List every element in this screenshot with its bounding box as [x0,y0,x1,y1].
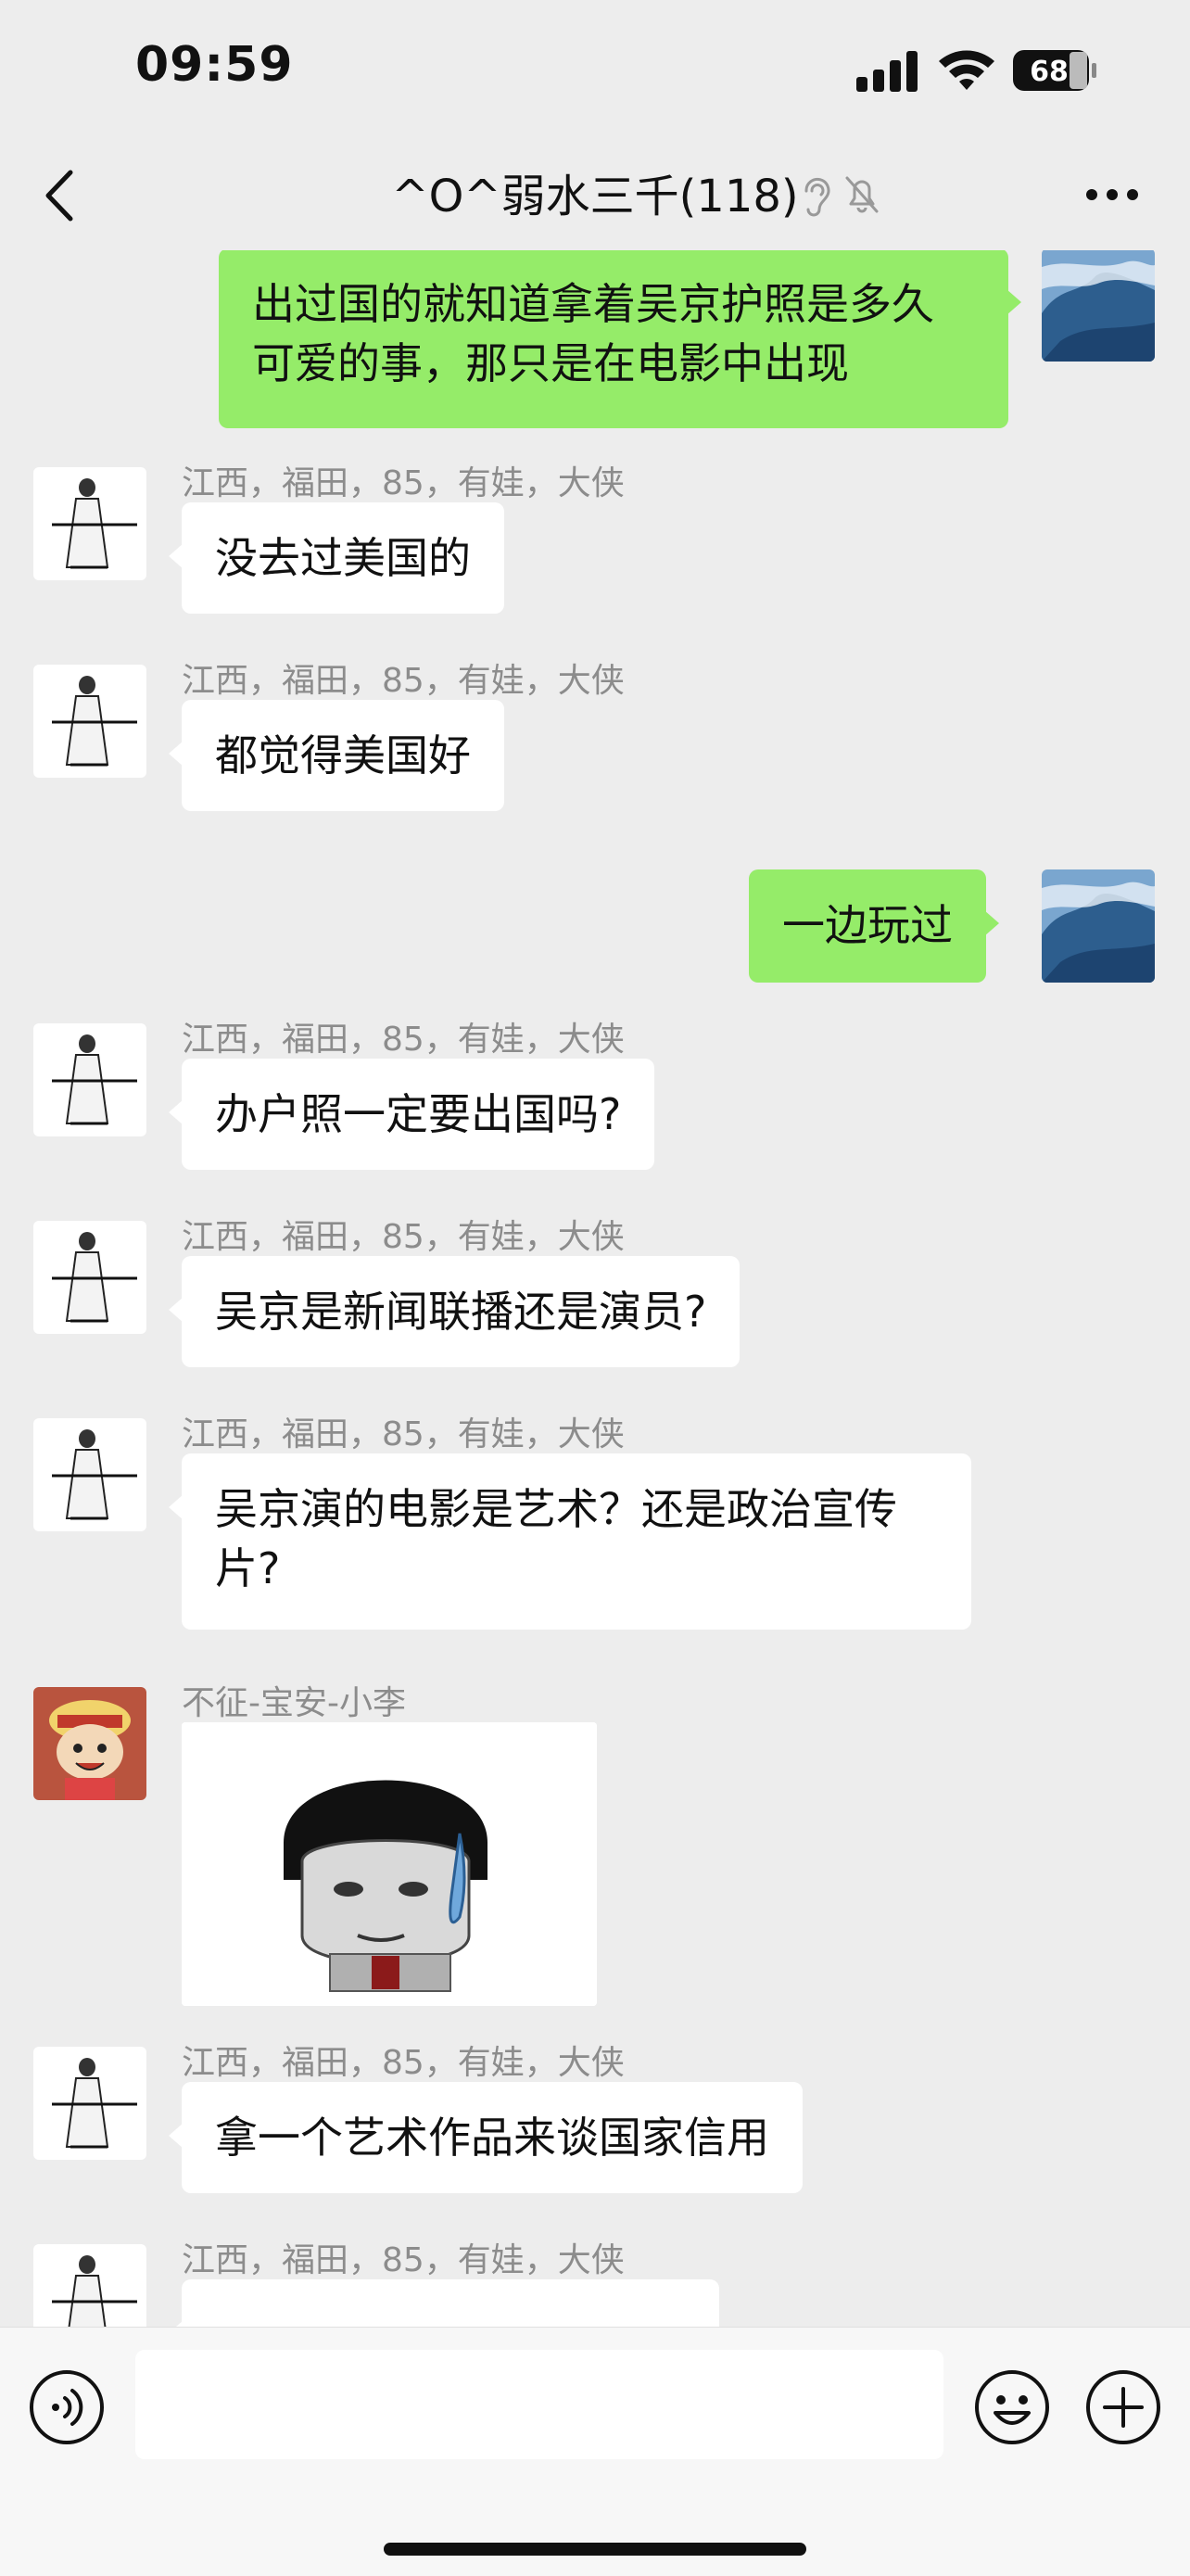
battery-level: 68 [1030,56,1069,88]
sender-avatar[interactable] [33,467,146,580]
sender-name: 江西，福田，85，有娃，大侠 [182,1218,625,1256]
wifi-icon [939,50,994,90]
battery-icon: 68 [1013,50,1096,91]
my-avatar[interactable] [1042,250,1155,362]
message-text: 出过国的就知道拿着吴京护照是多久可爱的事，那只是在电影中出现 [252,279,934,388]
swordsman-avatar-icon [33,1023,146,1136]
sender-name: 不征-宝安-小李 [182,1684,406,1722]
plush-doll-avatar-icon [33,1687,146,1800]
sender-avatar[interactable] [33,2244,146,2327]
meme-face-sticker [182,1722,597,2006]
chat-title: ^O^弱水三千(118) [391,171,799,222]
input-bar [0,2327,1190,2576]
mute-notification-icon [845,176,879,213]
sender-name: 江西，福田，85，有娃，大侠 [182,2241,625,2279]
message-bubble[interactable]: 吴京是新闻联播还是演员? [168,1256,741,1367]
sender-avatar[interactable] [33,1023,146,1136]
swordsman-avatar-icon [33,1221,146,1334]
message-text: 吴京演的电影是艺术？还是政治宣传片? [215,1484,897,1593]
sender-name: 江西，福田，85，有娃，大侠 [182,662,625,700]
message-bubble[interactable]: 拿一个艺术作品来谈国家信用 [169,2082,803,2193]
message-bubble[interactable]: 办户照一定要出国吗? [168,1059,655,1170]
more-options-icon[interactable] [1084,185,1140,204]
home-indicator [384,2543,806,2556]
sender-avatar[interactable] [33,2047,146,2160]
emoji-icon[interactable] [973,2368,1051,2446]
cellular-signal-icon [856,51,918,92]
message-bubble[interactable] [169,2279,719,2327]
mountain-avatar-icon [1042,869,1155,983]
swordsman-avatar-icon [33,2244,146,2327]
message-text: 办户照一定要出国吗? [215,1089,622,1139]
sender-name: 江西，福田，85，有娃，大侠 [182,1415,625,1453]
sender-avatar[interactable] [33,1418,146,1531]
status-bar: 09:59 68 [0,0,1190,139]
message-text: 拿一个艺术作品来谈国家信用 [215,2113,769,2163]
sender-name: 江西，福田，85，有娃，大侠 [182,2044,625,2082]
message-bubble[interactable]: 吴京演的电影是艺术？还是政治宣传片? [169,1453,971,1630]
message-bubble[interactable]: 没去过美国的 [169,502,504,614]
message-input[interactable] [135,2350,943,2459]
sender-name: 江西，福田，85，有娃，大侠 [182,1021,625,1059]
message-list[interactable]: 出过国的就知道拿着吴京护照是多久可爱的事，那只是在电影中出现 江西，福田，85，… [0,250,1190,2327]
sender-avatar[interactable] [33,1221,146,1334]
earpiece-icon [804,177,830,217]
message-text: 吴京是新闻联播还是演员? [215,1287,707,1337]
swordsman-avatar-icon [33,2047,146,2160]
swordsman-avatar-icon [33,665,146,778]
swordsman-avatar-icon [33,1418,146,1531]
chat-header: ^O^弱水三千(118) [0,139,1190,250]
message-bubble[interactable]: 都觉得美国好 [169,700,504,811]
status-time: 09:59 [135,37,294,93]
plus-icon[interactable] [1084,2368,1162,2446]
sender-avatar[interactable] [33,1687,146,1800]
message-text: 都觉得美国好 [215,730,471,780]
my-avatar[interactable] [1042,869,1155,983]
message-bubble[interactable]: 出过国的就知道拿着吴京护照是多久可爱的事，那只是在电影中出现 [219,250,1021,428]
sender-avatar[interactable] [33,665,146,778]
sender-name: 江西，福田，85，有娃，大侠 [182,464,625,502]
sticker-image[interactable] [182,1722,597,2006]
voice-input-icon[interactable] [28,2368,106,2446]
swordsman-avatar-icon [33,467,146,580]
message-text: 没去过美国的 [215,533,471,583]
mountain-avatar-icon [1042,250,1155,362]
message-text: 一边玩过 [782,900,953,950]
message-bubble[interactable]: 一边玩过 [749,869,999,983]
